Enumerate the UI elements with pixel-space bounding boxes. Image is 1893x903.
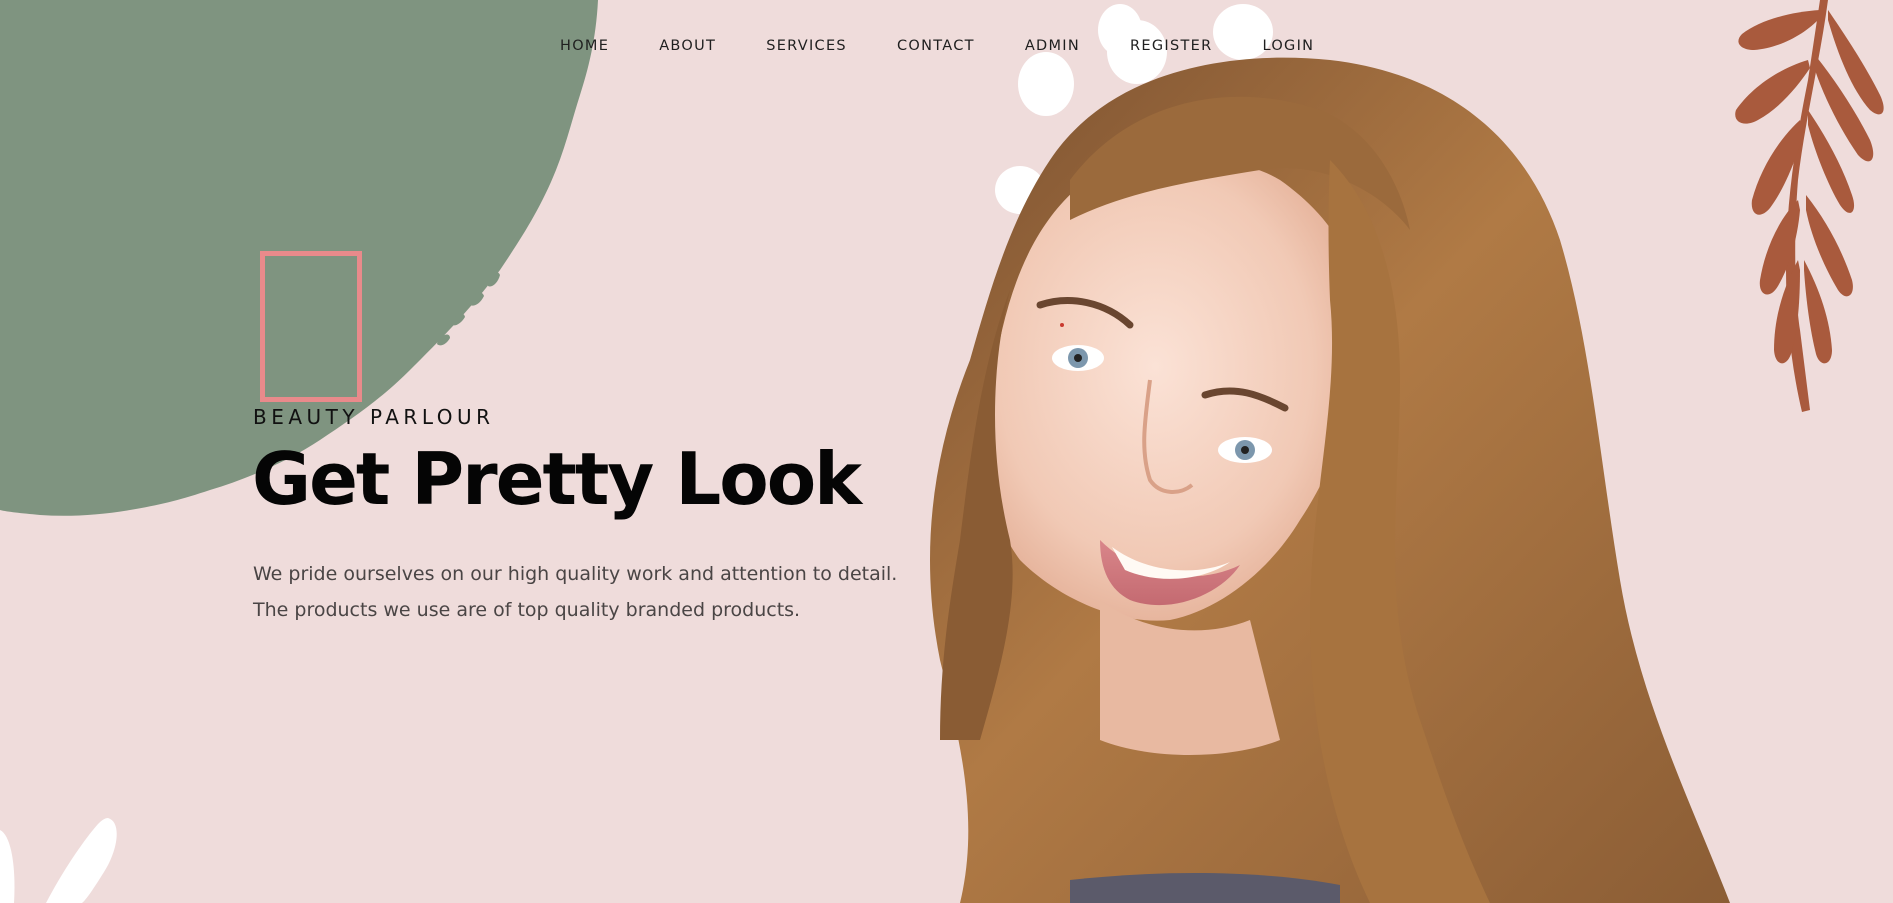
nav-link-services[interactable]: SERVICES [766, 38, 847, 54]
outline-frame-icon [260, 251, 362, 402]
woman-portrait-image [930, 57, 1730, 903]
landing-page: HOME ABOUT SERVICES CONTACT ADMIN REGIST… [0, 0, 1893, 903]
hero-eyebrow: BEAUTY PARLOUR [253, 405, 495, 429]
nav-link-about[interactable]: ABOUT [659, 38, 716, 54]
red-dot-decoration [1060, 323, 1064, 327]
hero-description: We pride ourselves on our high quality w… [253, 556, 953, 628]
white-leaf-decoration [0, 818, 117, 903]
nav-link-register[interactable]: REGISTER [1130, 38, 1212, 54]
nav-link-home[interactable]: HOME [560, 38, 609, 54]
nav-link-admin[interactable]: ADMIN [1025, 38, 1080, 54]
nav-link-contact[interactable]: CONTACT [897, 38, 975, 54]
hero-description-line-2: The products we use are of top quality b… [253, 599, 801, 621]
top-navigation: HOME ABOUT SERVICES CONTACT ADMIN REGIST… [560, 38, 1314, 54]
hero-description-line-1: We pride ourselves on our high quality w… [253, 563, 898, 585]
nav-link-login[interactable]: LOGIN [1262, 38, 1314, 54]
hero-title: Get Pretty Look [252, 437, 862, 521]
